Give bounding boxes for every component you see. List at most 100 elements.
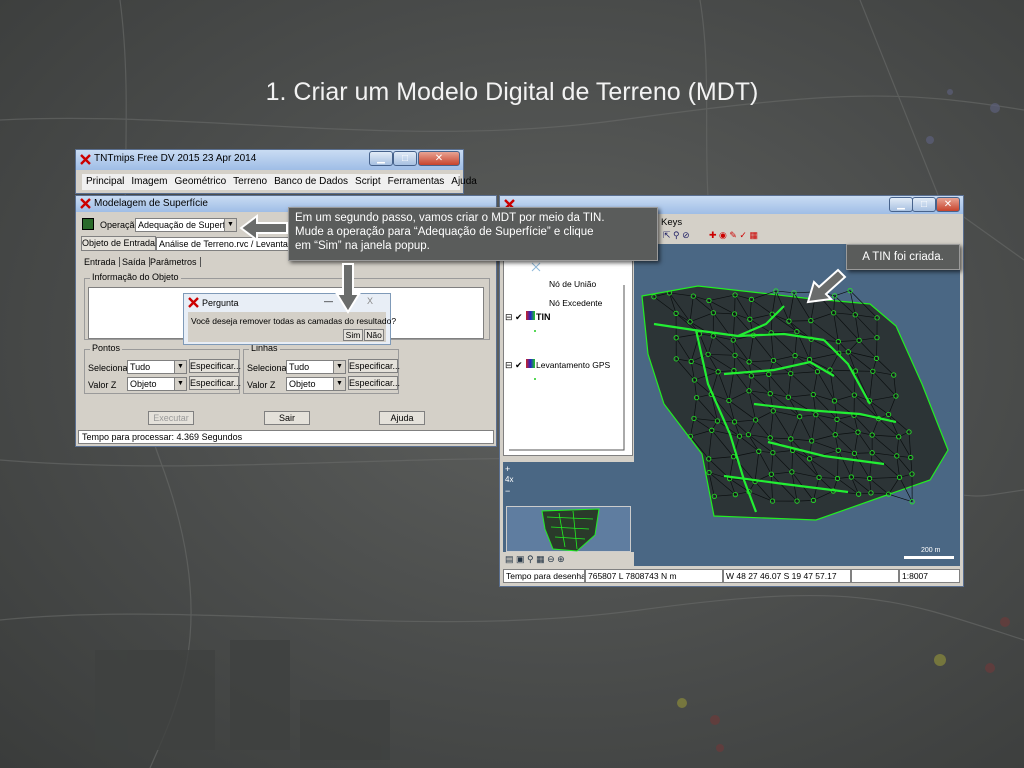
menu-terreno[interactable]: Terreno — [233, 176, 267, 187]
no-button[interactable]: Não — [364, 329, 384, 341]
gps-check-icon[interactable]: ⊟ ✔ — [505, 360, 523, 371]
callout-line-1: Em um segundo passo, vamos criar o MDT p… — [295, 212, 605, 224]
minimize-button[interactable]: ▁ — [369, 151, 393, 166]
viewer-maximize-button[interactable]: □ — [912, 197, 936, 212]
tntmips-title: TNTmips Free DV 2015 23 Apr 2014 — [94, 153, 257, 164]
lines-select[interactable]: Tudo ▼ — [286, 360, 346, 374]
tin-triangulation — [641, 285, 949, 521]
lines-specify-button[interactable]: Especificar... — [348, 359, 400, 373]
viewer-status-bar: Tempo para desenhar 765807 L 7808743 N m… — [503, 569, 960, 583]
points-z-value: Objeto — [130, 379, 157, 389]
close-button[interactable]: ✕ — [418, 151, 460, 166]
question-dialog-title: Pergunta — [202, 298, 239, 308]
layer-panel-sketch — [509, 262, 625, 451]
chevron-down-icon[interactable]: ▼ — [174, 361, 186, 373]
question-dialog-body: Você deseja remover todas as camadas do … — [188, 312, 396, 342]
points-group: Pontos Selecionar Tudo ▼ Especificar... V… — [84, 343, 241, 394]
arrow-down-icon — [335, 263, 361, 314]
yes-button[interactable]: Sim — [343, 329, 363, 341]
viewer-minimize-button[interactable]: ▁ — [889, 197, 913, 212]
points-label: Pontos — [90, 343, 123, 353]
toolbar-zoom-icon[interactable]: ✚ ◉ ✎ ✓ ▦ — [709, 230, 758, 241]
menu-ferramentas[interactable]: Ferramentas — [388, 176, 445, 187]
menu-banco-de-dados[interactable]: Banco de Dados — [274, 176, 348, 187]
dialog-minimize-button[interactable]: — — [324, 296, 333, 306]
points-select-label: Selecionar — [88, 363, 131, 373]
arrow-diagonal-icon — [806, 268, 847, 304]
tin-edge — [775, 290, 795, 294]
lines-z-select[interactable]: Objeto ▼ — [286, 377, 346, 391]
tin-created-text: A TIN foi criada. — [862, 251, 944, 263]
points-valuez-label: Valor Z — [88, 380, 117, 390]
layer-node-union[interactable]: Nó de União — [549, 279, 596, 289]
points-z-specify-button[interactable]: Especificar... — [189, 376, 241, 390]
run-button[interactable]: Executar — [148, 411, 194, 425]
dialog-close-button[interactable]: X — [367, 296, 373, 306]
overview-tools-icon[interactable]: ▤ ▣ ⚲ ▦ ⊖ ⊕ — [505, 554, 565, 565]
chevron-down-icon[interactable]: ▼ — [224, 219, 236, 231]
lines-valuez-label: Valor Z — [247, 380, 276, 390]
viewer-menu-keys[interactable]: Keys — [661, 217, 682, 228]
scale-bar — [904, 556, 954, 559]
callout-line-2: Mude a operação para “Adequação de Super… — [295, 226, 594, 238]
operation-label: Operação — [100, 220, 140, 230]
question-message: Você deseja remover todas as camadas do … — [191, 316, 397, 326]
tab-parametros[interactable]: Parâmetros — [150, 257, 201, 267]
exit-button[interactable]: Sair — [264, 411, 310, 425]
tab-entrada[interactable]: Entrada — [84, 257, 120, 267]
gps-layer-icon — [526, 359, 535, 368]
menu-geometrico[interactable]: Geométrico — [174, 176, 226, 187]
chevron-down-icon[interactable]: ▼ — [333, 361, 345, 373]
tin-check-icon[interactable]: ⊟ ✔ — [505, 312, 523, 323]
points-select-value: Tudo — [130, 362, 151, 372]
status-blank — [851, 569, 899, 583]
scale-bar-label: 200 m — [921, 547, 941, 554]
menu-ajuda[interactable]: Ajuda — [451, 176, 477, 187]
toolbar-tools-icon[interactable]: ⇱ ⚲ ⊘ — [663, 230, 690, 241]
operation-value: Adequação de Superfície — [138, 220, 237, 230]
tin-layer-icon — [526, 311, 535, 320]
tin-created-callout: A TIN foi criada. — [846, 244, 960, 270]
overview-toolbar: ▤ ▣ ⚲ ▦ ⊖ ⊕ — [505, 554, 633, 566]
viewer-toolbar: ⇱ ⚲ ⊘ ✚ ◉ ✎ ✓ ▦ — [663, 230, 783, 242]
input-object-button[interactable]: Objeto de Entrada... — [81, 236, 163, 251]
layer-node-excess[interactable]: Nó Excedente — [549, 298, 602, 308]
points-select[interactable]: Tudo ▼ — [127, 360, 187, 374]
surface-status-bar: Tempo para processar: 4.369 Segundos — [78, 430, 494, 444]
maximize-button[interactable]: □ — [393, 151, 417, 166]
lines-z-value: Objeto — [289, 379, 316, 389]
tab-saida[interactable]: Saída — [122, 257, 150, 267]
zoom-factor: 4x — [505, 475, 514, 484]
layer-panel: Nó de União Nó Excedente ⊟ ✔ TIN ⊟ ✔ Lev… — [503, 244, 633, 456]
points-specify-button[interactable]: Especificar... — [189, 359, 241, 373]
zoom-in-icon[interactable]: + — [505, 464, 510, 474]
tntmips-titlebar[interactable]: TNTmips Free DV 2015 23 Apr 2014 ▁ □ ✕ — [76, 150, 463, 170]
lines-select-label: Selecionar — [247, 363, 290, 373]
overview-panel: + 4x − — [503, 462, 634, 552]
chevron-down-icon[interactable]: ▼ — [174, 378, 186, 390]
layer-gps[interactable]: Levantamento GPS — [536, 360, 610, 370]
surface-modeling-title: Modelagem de Superfície — [94, 198, 208, 209]
operation-select[interactable]: Adequação de Superfície ▼ — [135, 218, 237, 232]
draw-time-label: Tempo para desenhar — [503, 569, 585, 583]
overview-map[interactable] — [506, 506, 631, 552]
chevron-down-icon[interactable]: ▼ — [333, 378, 345, 390]
menu-script[interactable]: Script — [355, 176, 381, 187]
surface-status-text: Tempo para processar: 4.369 Segundos — [82, 432, 243, 442]
zoom-out-icon[interactable]: − — [505, 486, 510, 496]
slide-title: 1. Criar um Modelo Digital de Terreno (M… — [265, 78, 759, 106]
lines-group: Linhas Selecionar Tudo ▼ Especificar... V… — [243, 343, 400, 394]
menu-imagem[interactable]: Imagem — [131, 176, 167, 187]
viewer-close-button[interactable]: ✕ — [936, 197, 960, 212]
help-button[interactable]: Ajuda — [379, 411, 425, 425]
map-canvas[interactable]: 200 m — [634, 244, 960, 566]
arrow-left-icon — [239, 214, 288, 242]
dialog-app-icon — [188, 297, 199, 308]
menu-principal[interactable]: Principal — [86, 176, 124, 187]
tntmips-menubar: Principal Imagem Geométrico Terreno Banco de… — [82, 174, 477, 190]
lines-z-specify-button[interactable]: Especificar... — [348, 376, 400, 390]
scale-readout: 1:8007 — [899, 569, 960, 583]
tntmips-main-window: TNTmips Free DV 2015 23 Apr 2014 ▁ □ ✕ P… — [75, 149, 477, 194]
points-z-select[interactable]: Objeto ▼ — [127, 377, 187, 391]
layer-tin[interactable]: TIN — [536, 312, 551, 322]
